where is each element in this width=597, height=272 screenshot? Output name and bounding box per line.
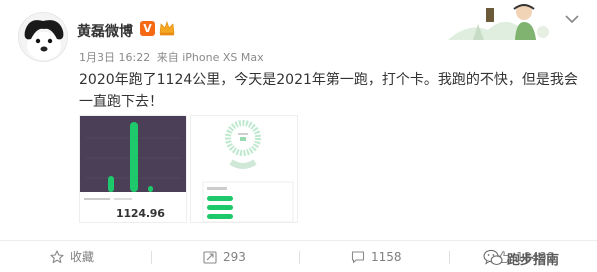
banner-illustration-image: [448, 0, 563, 40]
repost-button[interactable]: 293: [203, 241, 246, 272]
profile-card-banner: [448, 0, 563, 40]
total-distance-value: 1124.96: [116, 207, 165, 220]
author-name[interactable]: 黄磊微博: [77, 21, 133, 41]
comment-button[interactable]: 1158: [351, 241, 402, 272]
action-separator: [299, 251, 300, 264]
repost-count: 293: [223, 249, 246, 264]
post-image-running-summary[interactable]: [190, 115, 298, 223]
running-ring-summary-image: [191, 116, 297, 222]
star-icon: [50, 249, 64, 263]
avatar-dog-image: [19, 13, 67, 61]
repost-icon: [203, 250, 217, 264]
action-separator: [449, 251, 450, 264]
post-text: 2020年跑了1124公里，今天是2021年第一跑，打个卡。我跑的不快，但是我会…: [79, 72, 578, 110]
post-source-prefix: 来自: [156, 51, 179, 64]
comment-count: 1158: [371, 249, 402, 264]
verified-v-icon: V: [140, 21, 155, 36]
post-meta: 1月3日 16:22 来自 iPhone XS Max: [79, 49, 264, 65]
favorite-button[interactable]: 收藏: [50, 241, 94, 272]
wechat-icon: [483, 249, 503, 266]
post-image-running-chart[interactable]: 1124.96: [79, 115, 187, 223]
post-date[interactable]: 1月3日 16:22: [79, 51, 150, 64]
vip-crown-icon: [159, 21, 175, 36]
chevron-down-icon[interactable]: [565, 14, 579, 24]
avatar[interactable]: [18, 12, 68, 62]
watermark-text: 跑步指南: [507, 252, 560, 268]
post-source: iPhone XS Max: [182, 51, 264, 64]
wechat-watermark: 跑步指南: [483, 247, 591, 269]
comment-icon: [351, 250, 365, 263]
favorite-label: 收藏: [70, 250, 95, 264]
action-separator: [151, 251, 152, 264]
